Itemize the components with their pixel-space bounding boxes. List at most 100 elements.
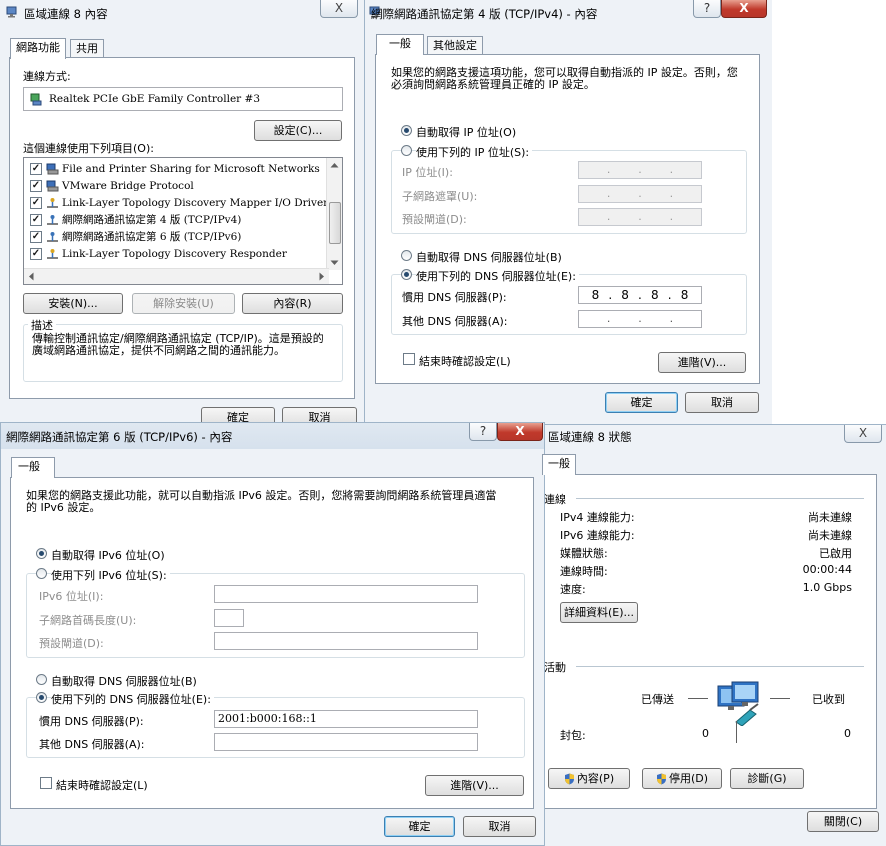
vertical-scrollbar[interactable] [326,158,342,270]
item-checkbox[interactable]: ✓ [30,163,42,175]
packets-divider [736,721,737,743]
tab-general[interactable]: 一般 [376,34,424,55]
disable-button[interactable]: 停用(D) [642,768,722,789]
properties-button[interactable]: 內容(P) [548,768,630,789]
item-checkbox[interactable]: ✓ [30,248,42,260]
list-item[interactable]: ✓ 網際網路通訊協定第 4 版 (TCP/IPv4) [30,212,241,228]
auto-ipv6-radio[interactable] [36,548,47,559]
tab-sharing[interactable]: 共用 [70,39,104,58]
list-item[interactable]: ✓ 網際網路通訊協定第 6 版 (TCP/IPv6) [30,229,241,245]
properties-button[interactable]: 內容(R) [242,293,343,314]
adapter-icon [30,93,42,105]
auto-dns-label[interactable]: 自動取得 DNS 伺服器位址(B) [416,249,562,265]
close-button[interactable]: X [320,0,358,18]
auto-dns-label[interactable]: 自動取得 DNS 伺服器位址(B) [51,673,197,689]
prefix-length-field[interactable] [214,609,244,627]
list-item[interactable]: ✓ Link-Layer Topology Discovery Responder [30,246,287,262]
ip-dot: . [669,163,674,176]
items-list[interactable]: ✓ File and Printer Sharing for Microsoft … [23,157,343,285]
horizontal-scrollbar[interactable] [24,268,329,284]
list-item[interactable]: ✓ Link-Layer Topology Discovery Mapper I/… [30,195,328,211]
item-label: File and Printer Sharing for Microsoft N… [62,163,320,175]
tab-networking[interactable]: 網路功能 [10,38,66,59]
manual-dns-label[interactable]: 使用下列的 DNS 伺服器位址(E): [51,691,214,707]
scroll-left-icon[interactable] [28,272,34,281]
activity-header: 活動 [544,661,566,674]
ip-dot: . [638,187,642,200]
help-button[interactable]: ? [693,0,721,18]
general-panel: 如果您的網路支援此功能，就可以自動指派 IPv6 設定。否則，您將需要詢問網路系… [10,477,534,809]
ip-dot: . [669,210,674,223]
title-bar[interactable]: 區域連線 8 內容 X [0,0,364,26]
title-bar[interactable]: 網際網路通訊協定第 6 版 (TCP/IPv6) - 內容 ? X [1,423,544,449]
item-checkbox[interactable]: ✓ [30,180,42,192]
default-gateway-field[interactable] [214,632,478,650]
auto-dns-radio[interactable] [401,250,412,261]
auto-ip-radio[interactable] [401,125,412,136]
ok-button[interactable]: 確定 [605,392,678,413]
scroll-thumb[interactable] [329,202,341,244]
item-checkbox[interactable]: ✓ [30,214,42,226]
cancel-button[interactable]: 取消 [463,816,536,837]
close-dialog-button[interactable]: 關閉(C) [807,811,879,832]
ok-button[interactable]: 確定 [384,816,455,837]
ipv6-address-field[interactable] [214,585,478,603]
alternate-dns-field[interactable]: ... [578,310,702,328]
ip-dot: . [667,288,672,302]
ip-address-field[interactable]: ... [578,161,702,179]
general-panel: 如果您的網路支援這項功能，您可以取得自動指派的 IP 設定。否則，您必須詢問網路… [375,54,760,384]
manual-dns-radio[interactable] [401,269,412,280]
manual-ip-radio[interactable] [401,145,412,156]
media-state-label: 媒體狀態: [560,547,608,560]
default-gateway-field[interactable]: ... [578,208,702,226]
auto-ip-label[interactable]: 自動取得 IP 位址(O) [416,124,516,140]
preferred-dns-field[interactable]: 8. 8. 8. 8 [578,286,702,304]
tab-general[interactable]: 一般 [11,457,55,478]
scroll-right-icon[interactable] [319,272,325,281]
scroll-up-icon[interactable] [330,162,339,168]
manual-dns-radio[interactable] [36,692,47,703]
manual-ip-label[interactable]: 使用下列的 IP 位址(S): [416,144,533,160]
subnet-mask-field[interactable]: ... [578,185,702,203]
packets-received-value: 0 [844,727,851,740]
auto-ipv6-label[interactable]: 自動取得 IPv6 位址(O) [51,547,165,563]
alternate-dns-field[interactable] [214,733,478,751]
advanced-button[interactable]: 進階(V)... [425,775,524,796]
install-button[interactable]: 安裝(N)... [23,293,123,314]
preferred-dns-field[interactable]: 2001:b000:168::1 [214,710,478,728]
details-button[interactable]: 詳細資料(E)... [560,602,638,623]
window-title: 區域連線 8 狀態 [548,430,632,444]
validate-checkbox[interactable] [403,353,415,365]
item-checkbox[interactable]: ✓ [30,197,42,209]
cancel-button[interactable]: 取消 [685,392,759,413]
list-item[interactable]: ✓ VMware Bridge Protocol [30,178,194,194]
uninstall-button[interactable]: 解除安裝(U) [132,293,235,314]
tab-alternate-config[interactable]: 其他設定 [427,36,483,55]
close-button[interactable]: X [497,423,543,441]
manual-ipv6-label[interactable]: 使用下列 IPv6 位址(S): [51,567,170,583]
duration-value: 00:00:44 [802,563,852,576]
help-button[interactable]: ? [469,423,497,441]
network-activity-icon [717,681,759,726]
validate-label[interactable]: 結束時確認設定(L) [419,353,511,369]
manual-ipv6-radio[interactable] [36,568,47,579]
auto-dns-radio[interactable] [36,674,47,685]
close-button[interactable]: X [721,0,767,18]
scroll-down-icon[interactable] [330,260,339,266]
advanced-button[interactable]: 進階(V)... [658,352,746,373]
duration-label: 連線時間: [560,565,608,578]
item-checkbox[interactable]: ✓ [30,231,42,243]
media-state-value: 已啟用 [819,547,852,560]
tab-general[interactable]: 一般 [542,454,576,475]
validate-checkbox[interactable] [40,777,52,789]
list-item[interactable]: ✓ File and Printer Sharing for Microsoft … [30,161,320,177]
close-button[interactable]: X [844,425,882,443]
validate-label[interactable]: 結束時確認設定(L) [56,777,148,793]
configure-button[interactable]: 設定(C)... [254,120,342,141]
diagnose-button[interactable]: 診斷(G) [730,768,804,789]
network-icon [6,6,17,18]
received-line [770,698,790,699]
title-bar[interactable]: 網際網路通訊協定第 4 版 (TCP/IPv4) - 內容 ? X [365,0,772,26]
title-bar[interactable]: 區域連線 8 狀態 X [540,425,886,451]
manual-dns-label[interactable]: 使用下列的 DNS 伺服器位址(E): [416,268,579,284]
